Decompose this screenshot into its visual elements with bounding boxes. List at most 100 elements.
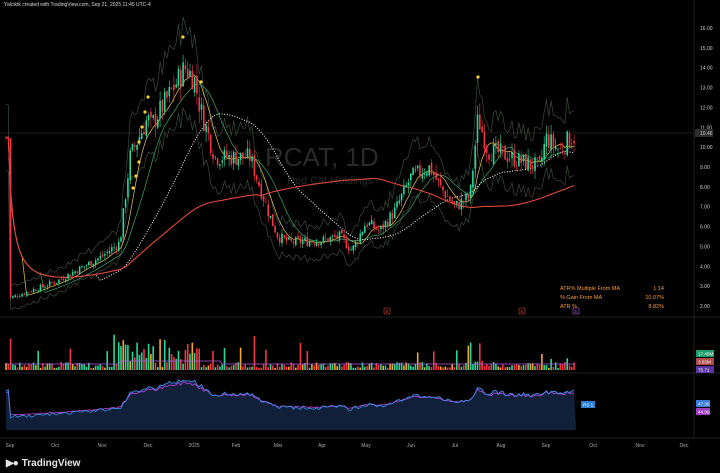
candle-body [384,221,387,228]
volume-bar [366,365,368,370]
volume-bar [207,365,210,370]
candle-body [449,196,451,202]
volume-bar [74,366,76,370]
rs-axis-label: 44.99 [698,410,710,415]
candle-body [159,100,161,119]
signal-dot [181,35,185,39]
volume-bar [559,363,562,370]
volume-bar [380,364,382,370]
candle-body [483,131,486,150]
candle-body [460,199,463,210]
candle-body [163,91,166,112]
time-tick-label: Mar [274,443,283,449]
volume-bar [129,361,131,370]
candle-body [391,213,394,219]
time-tick-label: Aug [497,443,506,449]
stat-label: % Gain From MA [560,295,603,301]
volume-bar [16,367,19,370]
volume-bar [274,367,276,370]
volume-bar [511,365,513,370]
volume-bar [391,363,394,370]
volume-bar [203,364,205,370]
candle-body [58,279,60,283]
candle-body [21,294,23,297]
candle-body [184,65,187,70]
signal-dot [140,125,144,129]
price-tick-label: 12.00 [700,105,713,111]
volume-bar [357,366,359,370]
candle-body [338,231,341,240]
candle-body [230,154,233,165]
candle-body [543,144,545,160]
volume-bar [421,362,424,370]
candle-body [207,127,210,134]
volume-bar [186,343,189,370]
volume-bar [265,349,267,370]
candle-body [177,68,180,86]
volume-bar [442,367,444,370]
candle-body [414,169,417,171]
price-tick-label: 16.00 [700,26,713,32]
price-tick-label: 10.00 [700,145,713,151]
volume-bar [414,364,417,370]
candle-body [65,279,67,281]
time-tick-label: Sep [542,443,551,449]
volume-bar [504,367,506,370]
candle-body [315,242,318,246]
volume-bar [557,367,559,370]
candle-body [74,271,76,274]
volume-bar [175,358,177,370]
stat-atr-pct: ATR % 8.82% [560,304,664,310]
candle-body [147,115,150,121]
price-tick-label: 6.00 [700,225,710,231]
candle-body [403,185,405,195]
volume-bar [117,342,120,370]
volume-bar [561,364,564,370]
candle-body [437,178,440,181]
candle-body [272,214,274,227]
volume-bar [469,342,472,370]
volume-bar [384,365,387,370]
candle-body [410,173,412,181]
volume-bar [134,357,136,370]
time-tick-label: Jul [452,443,458,449]
candle-body [152,115,154,118]
volume-bar [170,354,173,370]
candle-body [288,237,290,240]
candle-body [292,241,295,244]
volume-bar [359,367,361,370]
candle-body [145,120,148,136]
candle-body [488,154,490,160]
price-tick-label: 4.00 [700,264,710,270]
volume-bar [515,363,518,370]
candle-body [462,200,465,202]
volume-bar [99,364,102,370]
volume-bar [55,367,58,370]
volume-bar [403,365,405,370]
candle-body [115,247,118,250]
volume-bar [368,363,371,370]
time-tick-label: Oct [589,443,597,449]
volume-bar [308,367,311,370]
candle-body [239,152,242,161]
candle-body [260,183,263,199]
volume-bar [548,367,550,370]
volume-bar [255,367,258,370]
candle-body [83,266,85,267]
candle-body [55,282,58,284]
candle-body [32,289,35,293]
candle-body [506,158,509,163]
candle-body [520,156,522,163]
candle-body [209,134,212,153]
volume-bar [97,365,99,370]
price-tick-label: 5.00 [700,244,710,250]
candle-body [412,167,414,176]
time-tick-label: May [361,443,371,449]
candle-body [331,235,334,237]
volume-bar [90,367,92,370]
volume-bar [502,364,504,370]
candle-body [166,91,168,98]
volume-bar [147,343,150,370]
volume-bar [111,366,113,370]
candle-body [53,283,56,285]
